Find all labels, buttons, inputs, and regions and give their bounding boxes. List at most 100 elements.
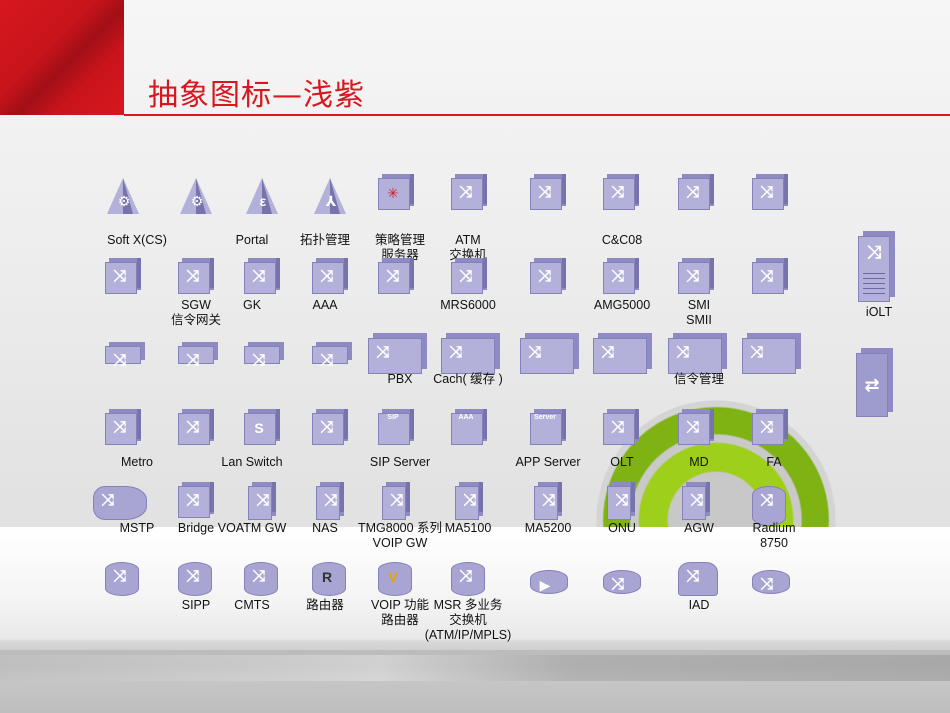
icon-label: Bridge bbox=[177, 521, 215, 535]
icon-glyph: ⤨ bbox=[324, 492, 338, 509]
icon-label: AGW bbox=[684, 521, 714, 535]
icon-label: NAS bbox=[312, 521, 338, 535]
icon-glyph: ⤨ bbox=[320, 352, 334, 369]
icon-glyph: ⤨ bbox=[750, 344, 764, 361]
icon-label: MSTP bbox=[119, 521, 155, 535]
icon-label: MSR 多业务 交换机 (ATM/IP/MPLS) bbox=[424, 598, 512, 642]
icon-glyph: ⤨ bbox=[463, 492, 477, 509]
icon-label: OLT bbox=[610, 455, 634, 469]
icon-label: ATM 交换机 bbox=[449, 233, 487, 262]
icon-label: MA5100 bbox=[444, 521, 492, 535]
icon-glyph: ⤨ bbox=[611, 576, 625, 593]
icon-label: MD bbox=[689, 455, 709, 469]
icon-glyph: ⤨ bbox=[113, 268, 127, 285]
icon-label: Radium 8750 bbox=[752, 521, 796, 550]
tower-line bbox=[863, 273, 885, 274]
icon-glyph: ⤨ bbox=[186, 419, 200, 436]
icon-glyph: ⤨ bbox=[252, 268, 266, 285]
icon-glyph: ⤨ bbox=[113, 568, 127, 585]
icon-glyph: ⤨ bbox=[390, 492, 404, 509]
icon-label: Metro bbox=[121, 455, 153, 469]
icon-glyph: ⤨ bbox=[615, 492, 629, 509]
icon-label: GK bbox=[242, 298, 262, 312]
iolt-tower-icon: ⤨ bbox=[858, 236, 890, 302]
icon-glyph: ε bbox=[259, 193, 267, 209]
icon-label: ONU bbox=[608, 521, 636, 535]
icon-glyph: ⇄ bbox=[864, 375, 880, 395]
icon-glyph: ⤨ bbox=[256, 492, 270, 509]
icon-label: Lan Switch bbox=[221, 455, 283, 469]
header-divider bbox=[124, 114, 950, 116]
icon-label: IAD bbox=[688, 598, 710, 612]
icon-glyph: ⤨ bbox=[252, 352, 266, 369]
icon-glyph: ⤨ bbox=[760, 576, 774, 593]
icon-glyph: ⤨ bbox=[760, 184, 774, 201]
icon-label: VOIP 功能 路由器 bbox=[370, 598, 430, 627]
icon-glyph: ⤨ bbox=[101, 492, 115, 509]
icon-glyph: ⤨ bbox=[186, 568, 200, 585]
icon-label: 信令管理 bbox=[673, 372, 725, 386]
icon-glyph: ⤨ bbox=[760, 419, 774, 436]
icon-label: AMG5000 bbox=[593, 298, 651, 312]
icon-glyph: V bbox=[388, 569, 398, 585]
icon-glyph: ⤨ bbox=[866, 242, 882, 262]
icon-glyph: ⤨ bbox=[686, 268, 700, 285]
icon-label: SIPP bbox=[181, 598, 211, 612]
icon-glyph: ⤨ bbox=[690, 492, 704, 509]
icon-glyph: ⤨ bbox=[686, 568, 700, 585]
icon-label: PBX bbox=[387, 372, 413, 386]
icon-glyph: R bbox=[321, 569, 333, 585]
header-red-block bbox=[0, 0, 124, 115]
icon-glyph: ⤨ bbox=[538, 268, 552, 285]
icon-label: APP Server bbox=[515, 455, 581, 469]
icon-glyph: ⤨ bbox=[320, 419, 334, 436]
loopback-tower-icon: ⇄ bbox=[856, 353, 888, 417]
icon-label: CMTS bbox=[234, 598, 270, 612]
icon-glyph: ⤨ bbox=[542, 492, 556, 509]
icon-label: AAA bbox=[312, 298, 338, 312]
icon-label: Portal bbox=[235, 233, 269, 247]
slide-title: 抽象图标—浅紫 bbox=[148, 78, 365, 113]
icon-glyph: ⤨ bbox=[252, 568, 266, 585]
tower-line bbox=[863, 283, 885, 284]
icon-glyph: ⤨ bbox=[113, 419, 127, 436]
icon-glyph: ⤨ bbox=[449, 344, 463, 361]
icon-label: SIP Server bbox=[369, 455, 431, 469]
icon-label: 拓扑管理 bbox=[299, 233, 351, 247]
icon-glyph: ⤨ bbox=[459, 568, 473, 585]
icon-glyph: ⤨ bbox=[611, 268, 625, 285]
icon-glyph: ⤨ bbox=[459, 268, 473, 285]
icon-glyph: ⤨ bbox=[538, 184, 552, 201]
tower-line bbox=[863, 293, 885, 294]
icon-glyph: ⤨ bbox=[186, 352, 200, 369]
icon-label: TMG8000 系列 VOIP GW bbox=[357, 521, 443, 550]
tower-line bbox=[863, 288, 885, 289]
icon-glyph: ⤨ bbox=[611, 184, 625, 201]
icon-glyph: ⤨ bbox=[386, 268, 400, 285]
icon-label: C&C08 bbox=[601, 233, 643, 247]
background-water bbox=[0, 655, 950, 681]
icon-glyph: ⤨ bbox=[601, 344, 615, 361]
icon-glyph: ⅄ bbox=[325, 193, 337, 209]
icon-glyph: ✳ bbox=[387, 185, 399, 201]
icon-glyph: ⤨ bbox=[320, 268, 334, 285]
icon-glyph: ⤨ bbox=[686, 419, 700, 436]
icon-label: MRS6000 bbox=[440, 298, 496, 312]
icon-glyph: ⤨ bbox=[528, 344, 542, 361]
icon-label: SMI SMII bbox=[686, 298, 712, 327]
icon-glyph: ⚙ bbox=[190, 193, 204, 209]
icon-glyph: SIP bbox=[387, 414, 399, 421]
icon-glyph: ⚙ bbox=[117, 193, 131, 209]
background-horizon bbox=[0, 642, 950, 650]
icon-glyph: ⤨ bbox=[760, 268, 774, 285]
icon-label: Soft X(CS) bbox=[107, 233, 167, 247]
icon-label: 策略管理 服务器 bbox=[374, 233, 426, 262]
icon-glyph: S bbox=[254, 420, 264, 436]
icon-label: FA bbox=[766, 455, 782, 469]
icon-label: iOLT bbox=[865, 305, 893, 319]
icon-glyph: ⤨ bbox=[376, 344, 390, 361]
icon-label: VOATM GW bbox=[217, 521, 287, 535]
icon-glyph: AAA bbox=[458, 414, 474, 421]
icon-glyph: ⤨ bbox=[760, 492, 774, 509]
icon-glyph: ▶ bbox=[539, 577, 551, 593]
